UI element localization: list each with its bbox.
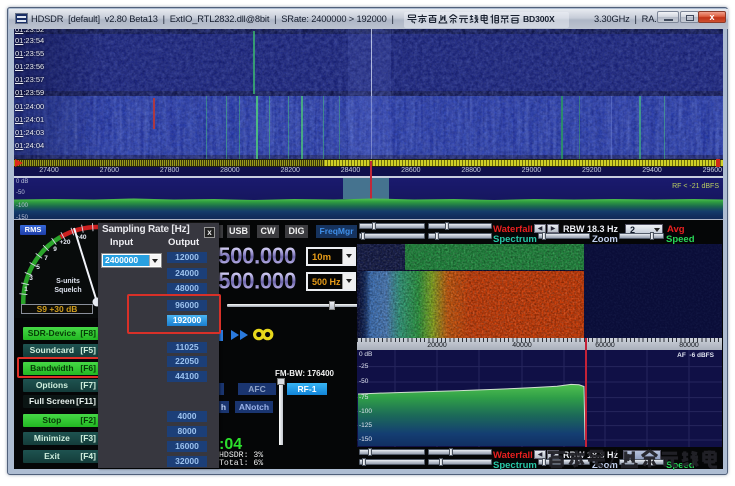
svg-text:Squelch: Squelch [54,287,81,294]
svg-text:5: 5 [36,264,40,271]
svg-text:9: 9 [53,246,57,253]
svg-text:S-units: S-units [56,278,80,285]
svg-text:+20: +20 [59,239,70,246]
svg-text:1: 1 [24,286,28,293]
svg-text:7: 7 [44,255,48,262]
svg-text:3: 3 [29,275,33,282]
